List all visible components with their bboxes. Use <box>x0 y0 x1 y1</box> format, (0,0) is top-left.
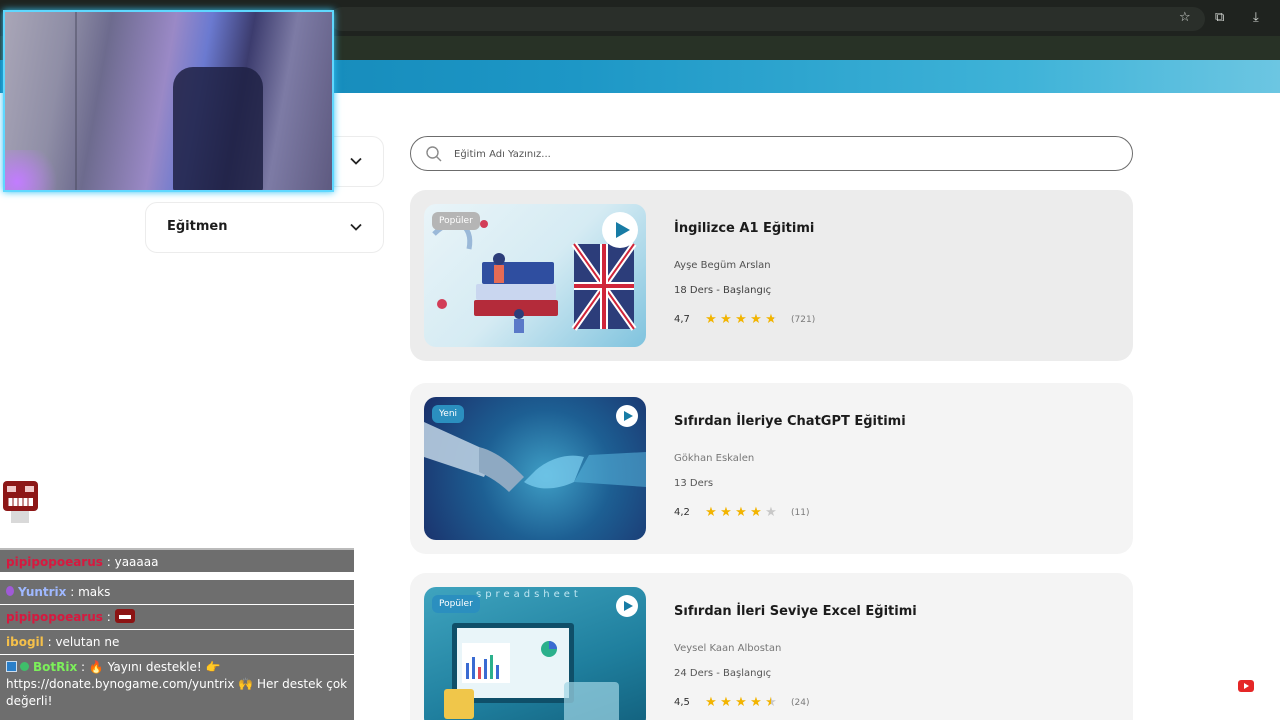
emote-icon <box>114 609 135 623</box>
play-triangle <box>624 411 633 421</box>
search-icon <box>426 146 442 162</box>
rating-score: 4,7 <box>674 314 690 325</box>
star-icon: ★ <box>720 695 732 710</box>
rating-stars: ★ ★ ★ ★ ★ <box>704 506 778 519</box>
course-title[interactable]: Sıfırdan İleri Seviye Excel Eğitimi <box>674 604 917 619</box>
address-bar[interactable] <box>330 7 1205 31</box>
chevron-down-icon <box>350 157 362 165</box>
course-badge: Popüler <box>432 595 480 613</box>
chat-text: velutan ne <box>55 635 120 649</box>
star-icon: ★ <box>735 312 747 327</box>
course-search[interactable] <box>410 136 1133 171</box>
star-icon: ★ <box>720 505 732 520</box>
star-icon: ★ <box>735 695 747 710</box>
chat-message: Yuntrix : maks <box>0 580 354 604</box>
star-icon: ★ <box>705 695 717 710</box>
star-half-icon: ★ <box>765 312 777 327</box>
course-instructor: Gökhan Eskalen <box>674 453 755 464</box>
chat-user: BotRix <box>33 660 78 674</box>
rating-count: (11) <box>791 507 810 518</box>
search-input[interactable] <box>454 144 1094 164</box>
filter-dropdown-instructor[interactable]: Eğitmen <box>145 202 384 253</box>
course-card[interactable]: Yeni Sıfırdan İleriye ChatGPT Eğitimi Gö… <box>410 383 1133 554</box>
play-triangle <box>624 601 633 611</box>
badge-icon <box>6 586 14 596</box>
star-icon: ★ <box>750 312 762 327</box>
star-half-icon: ★ <box>765 695 777 710</box>
star-icon: ★ <box>735 505 747 520</box>
verified-icon <box>20 662 29 671</box>
course-instructor: Veysel Kaan Albostan <box>674 643 782 654</box>
chevron-down-icon <box>350 223 362 231</box>
play-triangle <box>616 222 630 238</box>
chat-user: pipipopoearus <box>6 610 103 624</box>
play-icon[interactable] <box>616 405 638 427</box>
rating-score: 4,2 <box>674 507 690 518</box>
star-icon: ★ <box>720 312 732 327</box>
chat-user: pipipopoearus <box>6 555 103 569</box>
course-badge: Yeni <box>432 405 465 423</box>
course-title[interactable]: Sıfırdan İleriye ChatGPT Eğitimi <box>674 414 906 429</box>
wall-edge <box>75 12 77 190</box>
chat-text: yaaaaa <box>114 555 159 569</box>
course-rating: 4,7 ★ ★ ★ ★ ★ (721) <box>674 313 815 326</box>
course-thumbnail[interactable]: Popüler <box>424 204 646 347</box>
webcam-overlay <box>3 10 334 192</box>
rating-count: (721) <box>791 314 816 325</box>
chat-message: pipipopoearus : <box>0 605 354 629</box>
extensions-icon[interactable]: ⧉ <box>1215 10 1224 26</box>
chat-message: pipipopoearus : yaaaaa <box>0 548 354 572</box>
course-meta: 18 Ders - Başlangıç <box>674 285 772 296</box>
chat-text: maks <box>78 585 111 599</box>
star-icon: ★ <box>750 695 762 710</box>
star-icon[interactable]: ☆ <box>1179 10 1191 26</box>
course-title[interactable]: İngilizce A1 Eğitimi <box>674 221 814 236</box>
course-card[interactable]: Popüler İngilizce A1 Eğitimi Ayşe Begüm … <box>410 190 1133 361</box>
star-icon: ★ <box>705 505 717 520</box>
course-thumbnail[interactable]: Yeni <box>424 397 646 540</box>
led-glow <box>5 150 65 190</box>
chat-emote-icon <box>3 481 38 523</box>
course-card[interactable]: spreadsheet Popüler Sıfırdan İleri Seviy… <box>410 573 1133 720</box>
course-meta: 24 Ders - Başlangıç <box>674 668 772 679</box>
chat-message: BotRix : 🔥 Yayını destekle! 👉 https://do… <box>0 655 354 720</box>
rating-score: 4,5 <box>674 697 690 708</box>
gaming-chair <box>173 67 263 190</box>
youtube-icon <box>1238 680 1254 692</box>
chat-message: ibogil : velutan ne <box>0 630 354 654</box>
star-icon: ★ <box>750 505 762 520</box>
svg-text:spreadsheet: spreadsheet <box>476 589 582 600</box>
course-thumbnail[interactable]: spreadsheet Popüler <box>424 587 646 720</box>
chat-user: ibogil <box>6 635 44 649</box>
rating-stars: ★ ★ ★ ★ ★ <box>704 313 778 326</box>
course-rating: 4,5 ★ ★ ★ ★ ★ (24) <box>674 696 809 709</box>
star-empty-icon: ★ <box>765 505 777 520</box>
course-meta: 13 Ders <box>674 478 714 489</box>
download-icon[interactable]: ⤓ <box>1253 10 1259 26</box>
bot-badge-icon <box>6 661 17 672</box>
course-instructor: Ayşe Begüm Arslan <box>674 260 771 271</box>
play-icon[interactable] <box>616 595 638 617</box>
rating-stars: ★ ★ ★ ★ ★ <box>704 696 778 709</box>
play-icon[interactable] <box>602 212 638 248</box>
chat-user: Yuntrix <box>18 585 67 599</box>
star-icon: ★ <box>705 312 717 327</box>
stream-chat: pipipopoearus : yaaaaa Yuntrix : maks pi… <box>0 548 354 720</box>
filter-label: Eğitmen <box>167 219 228 234</box>
course-badge: Popüler <box>432 212 480 230</box>
course-rating: 4,2 ★ ★ ★ ★ ★ (11) <box>674 506 809 519</box>
rating-count: (24) <box>791 697 810 708</box>
